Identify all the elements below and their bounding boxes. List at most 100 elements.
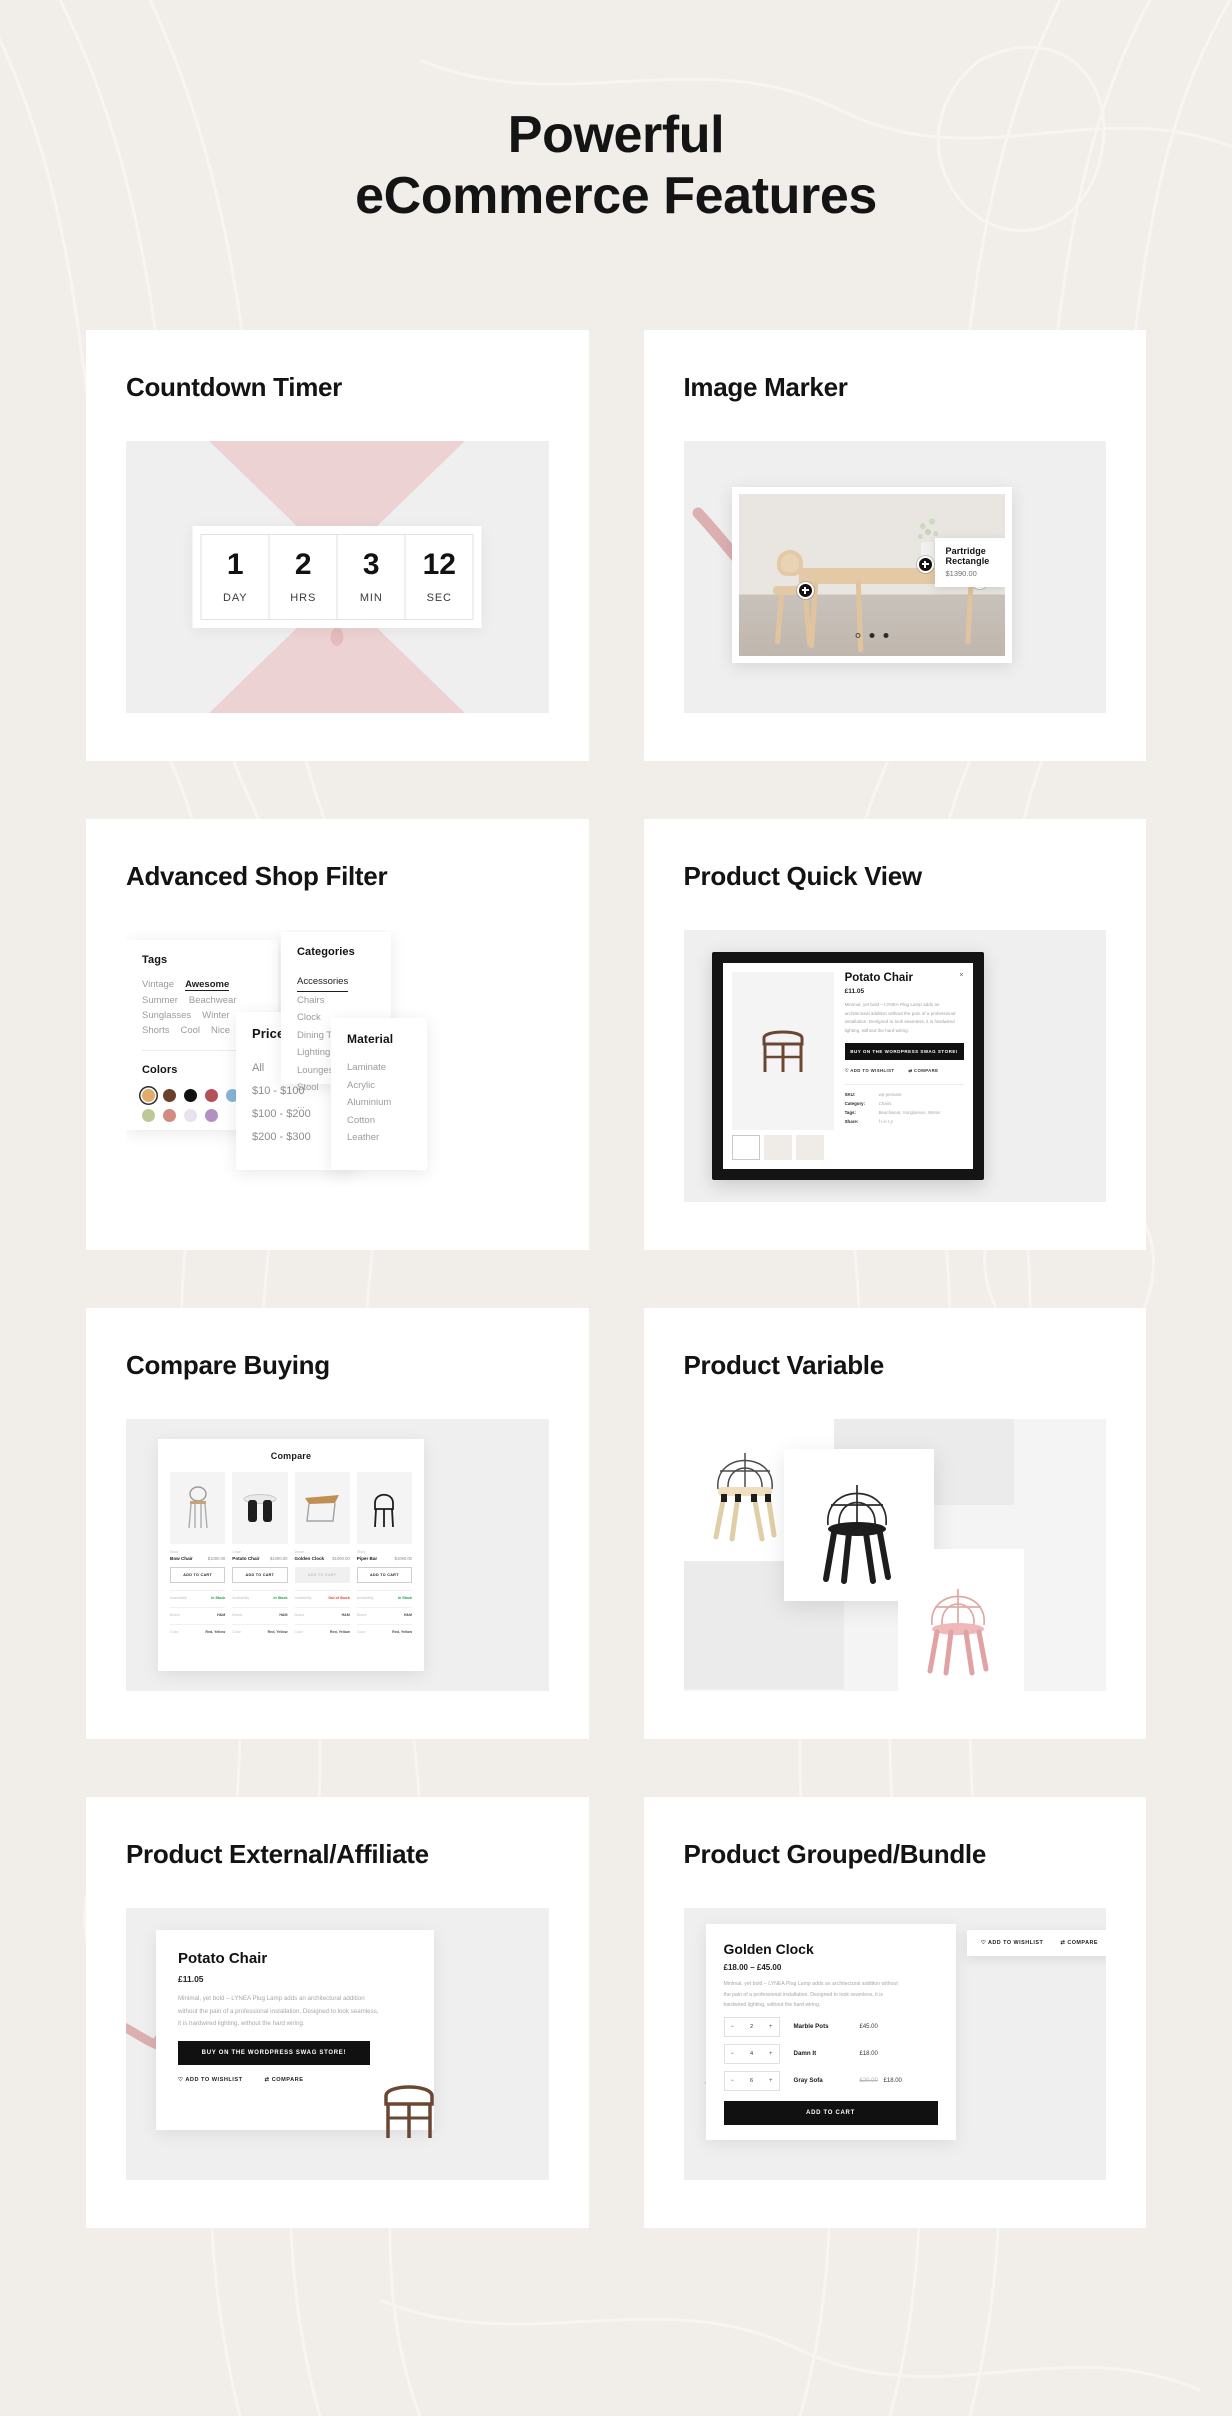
chair-leg-shape xyxy=(774,593,784,645)
thumbnail-1[interactable] xyxy=(731,1135,760,1161)
category-chairs[interactable]: Chairs xyxy=(297,992,375,1010)
image-marker-dot[interactable] xyxy=(796,581,814,599)
quantity-stepper-3[interactable]: − 6 + xyxy=(723,2070,780,2091)
increment-icon[interactable]: + xyxy=(769,2078,773,2084)
compare-attr-brand-1: Brand H&M xyxy=(170,1607,226,1618)
card-title-compare-buying: Compare Buying xyxy=(126,1350,330,1381)
tag-nice[interactable]: Nice xyxy=(211,1025,230,1036)
thumbnail-3[interactable] xyxy=(795,1135,824,1161)
material-aluminium[interactable]: Aluminium xyxy=(347,1094,411,1112)
thumbnail-2[interactable] xyxy=(763,1135,792,1161)
card-product-quick-view[interactable]: Product Quick View × Potato Chair £11.05… xyxy=(643,818,1146,1251)
card-product-grouped-bundle[interactable]: Product Grouped/Bundle Golden Clock £18.… xyxy=(643,1797,1146,2229)
quick-view-thumbnails[interactable] xyxy=(731,1135,834,1161)
material-acrylic[interactable]: Acrylic xyxy=(347,1077,411,1095)
material-cotton[interactable]: Cotton xyxy=(347,1112,411,1130)
compare-column-4: Stool Piper Bar $1090.00 ADD TO CART Ava… xyxy=(356,1472,412,1634)
compare-add-to-cart-1[interactable]: ADD TO CART xyxy=(170,1567,226,1584)
card-compare-buying[interactable]: Compare Buying Compare Stool Bow Chair $… xyxy=(86,1308,589,1740)
image-marker-preview: Partridge Rectangle $1390.00 xyxy=(683,440,1106,713)
color-swatch-list[interactable] xyxy=(142,1089,246,1123)
increment-icon[interactable]: + xyxy=(769,2051,773,2057)
quick-view-buy-button[interactable]: BUY ON THE WORDPRESS SWAG STORE! xyxy=(844,1043,964,1061)
attr-label-color: Color xyxy=(232,1630,241,1635)
quantity-stepper-1[interactable]: − 2 + xyxy=(723,2016,780,2037)
decrement-icon[interactable]: − xyxy=(731,2024,735,2030)
grouped-wishlist-button[interactable]: ♡ ADD TO WISHLIST xyxy=(981,1940,1043,1946)
attr-value-brand-3: H&M xyxy=(341,1613,350,1618)
carousel-dot-3[interactable] xyxy=(883,632,888,638)
shop-filter-preview: Tags Vintage Awesome Summer Beachwear Su… xyxy=(126,930,549,1202)
material-list[interactable]: Laminate Acrylic Aluminium Cotton Leathe… xyxy=(347,1059,411,1147)
color-swatch-brown[interactable] xyxy=(163,1089,176,1103)
compare-add-to-cart-4[interactable]: ADD TO CART xyxy=(356,1567,412,1584)
bundle-item-name-1: Marble Pots xyxy=(793,2023,829,2031)
compare-attr-availability-4: Availability In Stock xyxy=(356,1590,412,1600)
meta-row-sku: SKU: wp-pennant xyxy=(845,1092,964,1097)
meta-row-share: Share: f t in t p xyxy=(845,1119,964,1124)
card-product-external-affiliate[interactable]: Product External/Affiliate Potato Chair … xyxy=(86,1797,589,2229)
external-compare-button[interactable]: ⇄ COMPARE xyxy=(265,2077,304,2083)
table-leg-shape xyxy=(1008,578,1011,648)
card-image-marker[interactable]: Image Marker Partridge Rectangle $1390.0… xyxy=(643,329,1146,761)
color-swatch-tan[interactable] xyxy=(142,1089,155,1103)
decrement-icon[interactable]: − xyxy=(731,2078,735,2084)
countdown-sec-value: 12 xyxy=(422,547,456,581)
grouped-compare-button[interactable]: ⇄ COMPARE xyxy=(1060,1940,1098,1946)
grouped-add-to-cart-button[interactable]: ADD TO CART xyxy=(723,2100,938,2125)
card-advanced-shop-filter[interactable]: Advanced Shop Filter Tags Vintage Awesom… xyxy=(86,818,589,1251)
tag-vintage[interactable]: Vintage xyxy=(142,979,174,991)
bundle-item-price-1: £45.00 xyxy=(859,2023,878,2030)
carousel-dots[interactable] xyxy=(855,632,888,638)
table-leg-shape xyxy=(964,579,974,644)
tag-sunglasses[interactable]: Sunglasses xyxy=(142,1010,191,1021)
meta-key-category: Category: xyxy=(844,1101,866,1107)
quick-view-meta: SKU: wp-pennant Category: Chairs Tags: B… xyxy=(844,1084,964,1124)
filter-heading-categories: Categories xyxy=(297,946,355,959)
color-swatch-salmon[interactable] xyxy=(163,1109,176,1123)
tag-shorts[interactable]: Shorts xyxy=(142,1025,169,1036)
quick-view-wishlist-button[interactable]: ♡ ADD TO WISHLIST xyxy=(845,1068,895,1074)
filter-panel-material[interactable]: Material Laminate Acrylic Aluminium Cott… xyxy=(331,1018,427,1171)
page-heading: Powerful eCommerce Features xyxy=(0,0,1232,228)
variant-tile-pink[interactable] xyxy=(897,1549,1024,1692)
close-icon[interactable]: × xyxy=(959,972,963,979)
decrement-icon[interactable]: − xyxy=(731,2051,735,2057)
quick-view-compare-button[interactable]: ⇄ COMPARE xyxy=(908,1068,938,1074)
price-option-200-300[interactable]: $200 - $300 xyxy=(252,1126,340,1149)
color-swatch-green[interactable] xyxy=(142,1109,155,1123)
attr-value-availability-3: Out of Stock xyxy=(328,1596,350,1601)
tag-winter[interactable]: Winter xyxy=(202,1010,229,1021)
quick-view-modal: × Potato Chair £11.05 Minimal, yet bold … xyxy=(722,963,973,1170)
category-accessories[interactable]: Accessories xyxy=(297,973,349,992)
carousel-dot-1[interactable] xyxy=(855,632,860,638)
tag-beachwear[interactable]: Beachwear xyxy=(189,995,237,1006)
attr-value-brand-1: H&M xyxy=(217,1613,226,1618)
quantity-stepper-2[interactable]: − 4 + xyxy=(723,2043,780,2064)
share-icons[interactable]: f t in t p xyxy=(879,1119,893,1124)
compare-name-row-3: Golden Clock $1090.00 xyxy=(295,1556,350,1561)
marker-tooltip-title: Partridge Rectangle xyxy=(945,545,990,566)
tag-awesome[interactable]: Awesome xyxy=(185,979,230,992)
meta-row-tags: Tags: Beachwear, Sunglasses, Winter xyxy=(845,1110,964,1115)
card-product-variable[interactable]: Product Variable xyxy=(643,1308,1146,1740)
carousel-dot-2[interactable] xyxy=(869,632,874,638)
card-title-product-external-affiliate: Product External/Affiliate xyxy=(126,1839,429,1870)
tag-summer[interactable]: Summer xyxy=(142,995,178,1006)
compare-add-to-cart-2[interactable]: ADD TO CART xyxy=(232,1567,288,1584)
attr-value-brand-4: H&M xyxy=(403,1613,412,1618)
color-swatch-purple[interactable] xyxy=(205,1109,218,1123)
color-swatch-red[interactable] xyxy=(205,1089,218,1103)
material-leather[interactable]: Leather xyxy=(347,1129,411,1147)
bundle-item-row-1: − 2 + Marble Pots £45.00 xyxy=(723,2016,938,2037)
tag-cool[interactable]: Cool xyxy=(180,1025,200,1036)
external-wishlist-button[interactable]: ♡ ADD TO WISHLIST xyxy=(178,2077,243,2083)
image-marker-dot[interactable] xyxy=(916,555,934,573)
color-swatch-lavender[interactable] xyxy=(184,1109,197,1123)
external-buy-button[interactable]: BUY ON THE WORDPRESS SWAG STORE! xyxy=(178,2040,370,2065)
card-title-image-marker: Image Marker xyxy=(683,371,848,402)
material-laminate[interactable]: Laminate xyxy=(347,1059,411,1077)
card-countdown-timer[interactable]: Countdown Timer 1 DAY 2 HRS 3 MIN 12 SEC xyxy=(86,329,589,761)
increment-icon[interactable]: + xyxy=(769,2024,773,2030)
color-swatch-black[interactable] xyxy=(184,1089,197,1103)
